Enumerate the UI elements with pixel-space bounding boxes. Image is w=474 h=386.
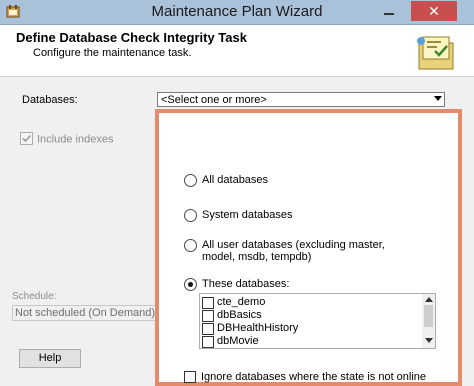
- database-name: cte_demo: [217, 296, 266, 308]
- include-indexes-label: Include indexes: [37, 133, 114, 146]
- databases-dropdown[interactable]: <Select one or more>: [157, 92, 445, 107]
- list-scrollbar[interactable]: [422, 294, 435, 348]
- ignore-offline-checkbox[interactable]: [184, 371, 196, 383]
- databases-label: Databases:: [22, 94, 78, 106]
- database-checkbox[interactable]: [202, 336, 214, 348]
- schedule-value: Not scheduled (On Demand): [15, 307, 156, 319]
- wizard-header: Define Database Check Integrity Task Con…: [0, 25, 474, 77]
- chevron-down-icon[interactable]: [434, 96, 442, 101]
- database-name: dbBasics: [217, 309, 262, 321]
- option-label: All user databases (excluding master, mo…: [202, 239, 385, 263]
- include-indexes-checkbox: [20, 132, 33, 145]
- page-subtitle: Configure the maintenance task.: [33, 47, 192, 59]
- scrollbar-thumb[interactable]: [424, 305, 433, 327]
- databases-dropdown-panel: All databases System databases All user …: [155, 109, 462, 386]
- scroll-up-icon[interactable]: [425, 297, 433, 302]
- option-label: All databases: [202, 174, 269, 186]
- radio-system-databases[interactable]: [184, 209, 197, 222]
- include-indexes-option: Include indexes: [20, 132, 114, 146]
- close-button[interactable]: ✕: [411, 1, 457, 21]
- radio-user-databases[interactable]: [184, 239, 197, 252]
- minimize-button[interactable]: [374, 2, 404, 20]
- page-title: Define Database Check Integrity Task: [16, 30, 247, 45]
- close-icon: ✕: [428, 3, 440, 19]
- database-list[interactable]: cte_demo dbBasics DBHealthHistory dbMovi…: [199, 293, 436, 349]
- ignore-offline-label: Ignore databases where the state is not …: [201, 371, 427, 383]
- database-name: dbMovie: [217, 335, 259, 347]
- radio-these-databases[interactable]: [184, 278, 197, 291]
- schedule-field: Not scheduled (On Demand): [12, 305, 157, 321]
- title-bar: Maintenance Plan Wizard ✕: [0, 0, 474, 25]
- scroll-down-icon[interactable]: [425, 338, 433, 343]
- database-checkbox[interactable]: [202, 297, 214, 309]
- databases-dropdown-value: <Select one or more>: [161, 94, 267, 106]
- help-button[interactable]: Help: [19, 349, 81, 368]
- database-name: DBHealthHistory: [217, 322, 299, 334]
- option-label: These databases:: [202, 278, 290, 290]
- database-checkbox[interactable]: [202, 310, 214, 322]
- database-checkbox[interactable]: [202, 323, 214, 335]
- schedule-label: Schedule:: [12, 291, 57, 302]
- option-label: System databases: [202, 209, 293, 221]
- radio-all-databases[interactable]: [184, 174, 197, 187]
- wizard-illustration-icon: [413, 33, 458, 73]
